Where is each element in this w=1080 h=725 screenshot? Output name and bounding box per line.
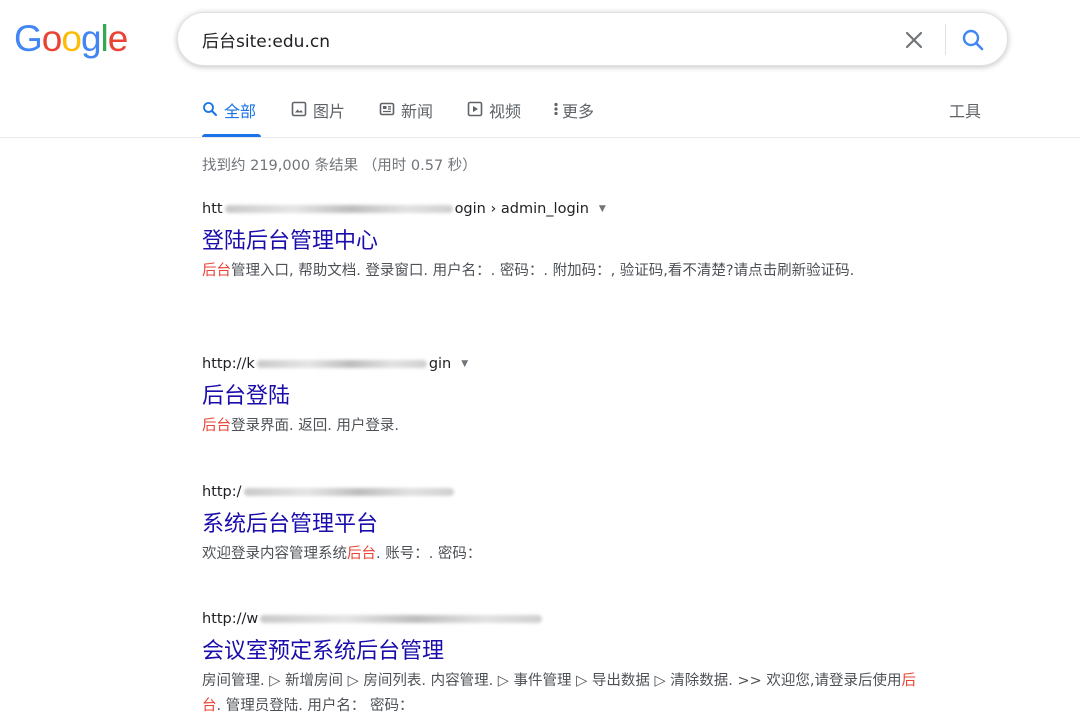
- search-icon: [962, 29, 984, 51]
- result-title[interactable]: 登陆后台管理中心: [202, 227, 922, 257]
- tab-label: 全部: [224, 102, 257, 121]
- result-snippet: 后台管理入口, 帮助文档. 登录窗口. 用户名：. 密码：. 附加码：, 验证码…: [202, 259, 922, 284]
- search-result: htt ogin › admin_login ▼ 登陆后台管理中心 后台管理入口…: [202, 198, 922, 284]
- redacted-url: [256, 360, 427, 368]
- tab-label: 更多: [562, 102, 595, 121]
- clear-button[interactable]: [900, 26, 928, 54]
- search-icon: [203, 102, 217, 116]
- logo-letter: o: [41, 18, 63, 59]
- result-snippet: 房间管理. ▷ 新增房间 ▷ 房间列表. 内容管理. ▷ 事件管理 ▷ 导出数据…: [202, 669, 922, 719]
- result-url[interactable]: http:/: [202, 481, 922, 503]
- snippet-text: 欢迎登录内容管理系统: [202, 546, 347, 562]
- snippet-text: 房间管理. ▷ 新增房间 ▷ 房间列表. 内容管理. ▷ 事件管理 ▷ 导出数据…: [202, 673, 902, 689]
- tab-label: 新闻: [401, 102, 434, 121]
- redacted-url: [224, 205, 453, 213]
- result-title[interactable]: 系统后台管理平台: [202, 510, 922, 540]
- result-title[interactable]: 会议室预定系统后台管理: [202, 637, 922, 667]
- search-result: http:/ 系统后台管理平台 欢迎登录内容管理系统后台. 账号：. 密码：: [202, 481, 922, 567]
- more-vert-icon: [554, 102, 558, 116]
- logo-letter: o: [61, 18, 82, 59]
- tab-label: 图片: [313, 102, 346, 121]
- snippet-highlight: 后台: [202, 263, 231, 279]
- header-divider: [0, 137, 1080, 138]
- snippet-highlight: 后台: [202, 418, 231, 434]
- result-snippet: 后台登录界面. 返回. 用户登录.: [202, 414, 922, 439]
- result-snippet: 欢迎登录内容管理系统后台. 账号：. 密码：: [202, 542, 922, 567]
- search-input[interactable]: [202, 26, 852, 52]
- search-result: http://k gin ▼ 后台登陆 后台登录界面. 返回. 用户登录.: [202, 353, 922, 439]
- search-box: [177, 12, 1008, 66]
- url-prefix: http://k: [202, 356, 255, 372]
- result-url[interactable]: htt ogin › admin_login ▼: [202, 198, 922, 220]
- tools-button[interactable]: 工具: [949, 98, 981, 122]
- caret-down-icon[interactable]: ▼: [461, 353, 468, 375]
- search-result: http://w 会议室预定系统后台管理 房间管理. ▷ 新增房间 ▷ 房间列表…: [202, 608, 922, 719]
- tab-images[interactable]: 图片: [291, 98, 345, 137]
- video-icon: [467, 101, 483, 117]
- url-prefix: htt: [202, 201, 223, 217]
- tab-all[interactable]: 全部: [202, 98, 261, 137]
- search-divider: [945, 24, 946, 55]
- tab-more[interactable]: 更多: [553, 98, 594, 137]
- snippet-text: 管理入口, 帮助文档. 登录窗口. 用户名：. 密码：. 附加码：, 验证码,看…: [231, 263, 855, 279]
- redacted-url: [243, 488, 454, 496]
- close-icon: [905, 31, 923, 49]
- result-url[interactable]: http://k gin ▼: [202, 353, 922, 375]
- logo-letter: e: [107, 18, 129, 59]
- news-icon: [379, 102, 395, 116]
- caret-down-icon[interactable]: ▼: [599, 198, 606, 220]
- image-icon: [291, 101, 307, 117]
- url-suffix: gin: [428, 356, 452, 372]
- result-title[interactable]: 后台登陆: [202, 382, 922, 412]
- logo-letter: l: [100, 18, 109, 59]
- logo-letter: G: [14, 18, 43, 59]
- snippet-text: 登录界面. 返回. 用户登录.: [231, 418, 400, 434]
- result-stats: 找到约 219,000 条结果 （用时 0.57 秒）: [202, 158, 477, 174]
- url-prefix: http:/: [202, 484, 242, 500]
- tab-videos[interactable]: 视频: [467, 98, 521, 137]
- snippet-text: . 账号：. 密码：: [376, 546, 482, 562]
- redacted-url: [260, 615, 543, 623]
- snippet-highlight: 后台: [347, 546, 376, 562]
- result-url[interactable]: http://w: [202, 608, 922, 630]
- url-suffix: ogin › admin_login: [454, 201, 589, 217]
- tab-news[interactable]: 新闻: [379, 98, 433, 137]
- tab-label: 视频: [489, 102, 522, 121]
- logo-letter: g: [80, 18, 102, 59]
- search-button[interactable]: [958, 26, 988, 54]
- url-prefix: http://w: [202, 611, 259, 627]
- google-logo[interactable]: Google: [14, 18, 129, 60]
- snippet-text: . 管理员登陆. 用户名： 密码：: [216, 698, 414, 714]
